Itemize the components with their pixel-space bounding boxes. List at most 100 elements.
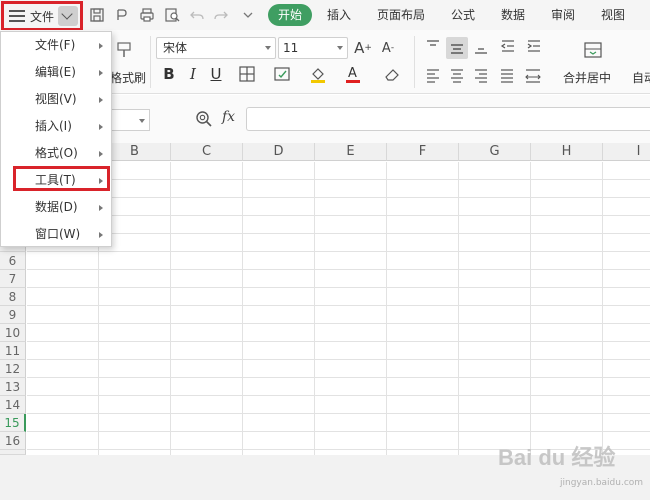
- search-icon[interactable]: [195, 110, 213, 128]
- watermark-url: jingyan.baidu.com: [560, 478, 644, 488]
- column-header[interactable]: H: [531, 143, 603, 161]
- undo-icon[interactable]: [188, 7, 206, 23]
- font-color-icon[interactable]: A: [341, 64, 365, 84]
- tab-data[interactable]: 数据: [501, 6, 525, 24]
- menu-item-label: 格式(O): [35, 146, 78, 160]
- align-center-icon[interactable]: [448, 66, 466, 84]
- print-icon[interactable]: [138, 7, 156, 23]
- column-header[interactable]: E: [315, 143, 387, 161]
- underline-icon[interactable]: U: [207, 64, 225, 84]
- cell-style-icon[interactable]: [270, 64, 294, 84]
- align-middle-icon[interactable]: [446, 37, 468, 59]
- row-header[interactable]: 14: [0, 396, 26, 414]
- fill-color-icon[interactable]: [306, 64, 330, 84]
- menu-item-window[interactable]: 窗口(W): [2, 221, 111, 248]
- distributed-align-icon[interactable]: [523, 66, 543, 84]
- chevron-down-icon[interactable]: [58, 6, 78, 26]
- menu-item-label: 文件(F): [35, 38, 76, 52]
- menu-item-format[interactable]: 格式(O): [2, 140, 111, 167]
- merge-center-label[interactable]: 合并居中: [563, 69, 611, 86]
- tab-start[interactable]: 开始: [268, 4, 312, 26]
- row-header-active[interactable]: 15: [0, 414, 26, 432]
- auto-wrap-label[interactable]: 自动: [632, 69, 650, 86]
- row-header[interactable]: 6: [0, 252, 26, 270]
- insert-function-icon[interactable]: fx: [222, 109, 235, 125]
- font-name-select[interactable]: 宋体: [156, 37, 276, 59]
- row-header[interactable]: 11: [0, 342, 26, 360]
- chevron-right-icon: [99, 178, 103, 184]
- tab-view[interactable]: 视图: [601, 6, 625, 24]
- chevron-right-icon: [99, 124, 103, 130]
- increase-indent-icon[interactable]: [525, 38, 543, 56]
- chevron-down-icon: [265, 46, 271, 50]
- menu-item-label: 数据(D): [35, 200, 78, 214]
- ribbon-divider: [150, 36, 151, 88]
- menu-item-tools[interactable]: 工具(T): [2, 167, 111, 194]
- font-size-select[interactable]: 11: [278, 37, 348, 59]
- chevron-right-icon: [99, 151, 103, 157]
- chevron-down-icon: [139, 119, 145, 123]
- decrease-indent-icon[interactable]: [499, 38, 517, 56]
- save-icon[interactable]: [88, 7, 106, 23]
- chevron-right-icon: [99, 70, 103, 76]
- column-header[interactable]: C: [171, 143, 243, 161]
- menu-item-view[interactable]: 视图(V): [2, 86, 111, 113]
- format-painter-icon[interactable]: [112, 38, 136, 62]
- font-name-value: 宋体: [163, 41, 188, 55]
- file-menu-button[interactable]: 文件: [3, 3, 83, 29]
- border-icon[interactable]: [235, 64, 259, 84]
- chevron-right-icon: [99, 232, 103, 238]
- tab-page-layout[interactable]: 页面布局: [377, 6, 425, 24]
- file-dropdown-menu: 文件(F) 编辑(E) 视图(V) 插入(I) 格式(O) 工具(T) 数据(D…: [0, 31, 112, 247]
- align-right-icon[interactable]: [472, 66, 490, 84]
- italic-icon[interactable]: I: [184, 64, 202, 84]
- customize-toolbar-icon[interactable]: [239, 7, 257, 23]
- redo-icon[interactable]: [212, 7, 230, 23]
- menu-item-file[interactable]: 文件(F): [2, 32, 111, 59]
- watermark-logo: Bai du 经验: [498, 445, 616, 470]
- menu-item-edit[interactable]: 编辑(E): [2, 59, 111, 86]
- align-left-icon[interactable]: [424, 66, 442, 84]
- chevron-right-icon: [99, 97, 103, 103]
- row-header[interactable]: 13: [0, 378, 26, 396]
- format-painter-label[interactable]: 格式刷: [110, 69, 146, 86]
- print-preview-icon[interactable]: [163, 7, 181, 23]
- menu-item-label: 编辑(E): [35, 65, 76, 79]
- menu-item-data[interactable]: 数据(D): [2, 194, 111, 221]
- justify-icon[interactable]: [498, 66, 516, 84]
- merge-center-icon[interactable]: [580, 38, 606, 62]
- decrease-font-icon[interactable]: A-: [377, 38, 399, 58]
- align-bottom-icon[interactable]: [472, 38, 490, 56]
- column-header[interactable]: F: [387, 143, 459, 161]
- hamburger-icon: [9, 10, 25, 22]
- ribbon-divider: [414, 36, 415, 88]
- row-header[interactable]: 9: [0, 306, 26, 324]
- increase-font-icon[interactable]: A +: [352, 38, 374, 58]
- row-header[interactable]: 7: [0, 270, 26, 288]
- chevron-down-icon: [337, 46, 343, 50]
- row-header[interactable]: 8: [0, 288, 26, 306]
- formula-input[interactable]: [246, 107, 650, 131]
- menu-item-label: 窗口(W): [35, 227, 81, 241]
- name-box[interactable]: [110, 109, 150, 131]
- column-header[interactable]: I: [603, 143, 650, 161]
- tab-review[interactable]: 审阅: [551, 6, 575, 24]
- align-top-icon[interactable]: [424, 38, 442, 56]
- tab-insert[interactable]: 插入: [327, 6, 351, 24]
- eraser-icon[interactable]: [379, 64, 405, 84]
- row-header[interactable]: 16: [0, 432, 26, 450]
- menu-item-insert[interactable]: 插入(I): [2, 113, 111, 140]
- row-header[interactable]: 10: [0, 324, 26, 342]
- chevron-right-icon: [99, 205, 103, 211]
- undo-history-icon[interactable]: [113, 7, 131, 23]
- menu-item-label: 视图(V): [35, 92, 77, 106]
- tab-formulas[interactable]: 公式: [451, 6, 475, 24]
- chevron-right-icon: [99, 43, 103, 49]
- column-header[interactable]: G: [459, 143, 531, 161]
- bold-icon[interactable]: B: [160, 64, 178, 84]
- column-header[interactable]: D: [243, 143, 315, 161]
- svg-text:A: A: [348, 66, 357, 81]
- row-header[interactable]: 12: [0, 360, 26, 378]
- cell-grid[interactable]: [27, 162, 650, 455]
- top-tab-bar: 文件 开始 插入 页面布局 公式 数据 审阅 视图: [0, 0, 650, 31]
